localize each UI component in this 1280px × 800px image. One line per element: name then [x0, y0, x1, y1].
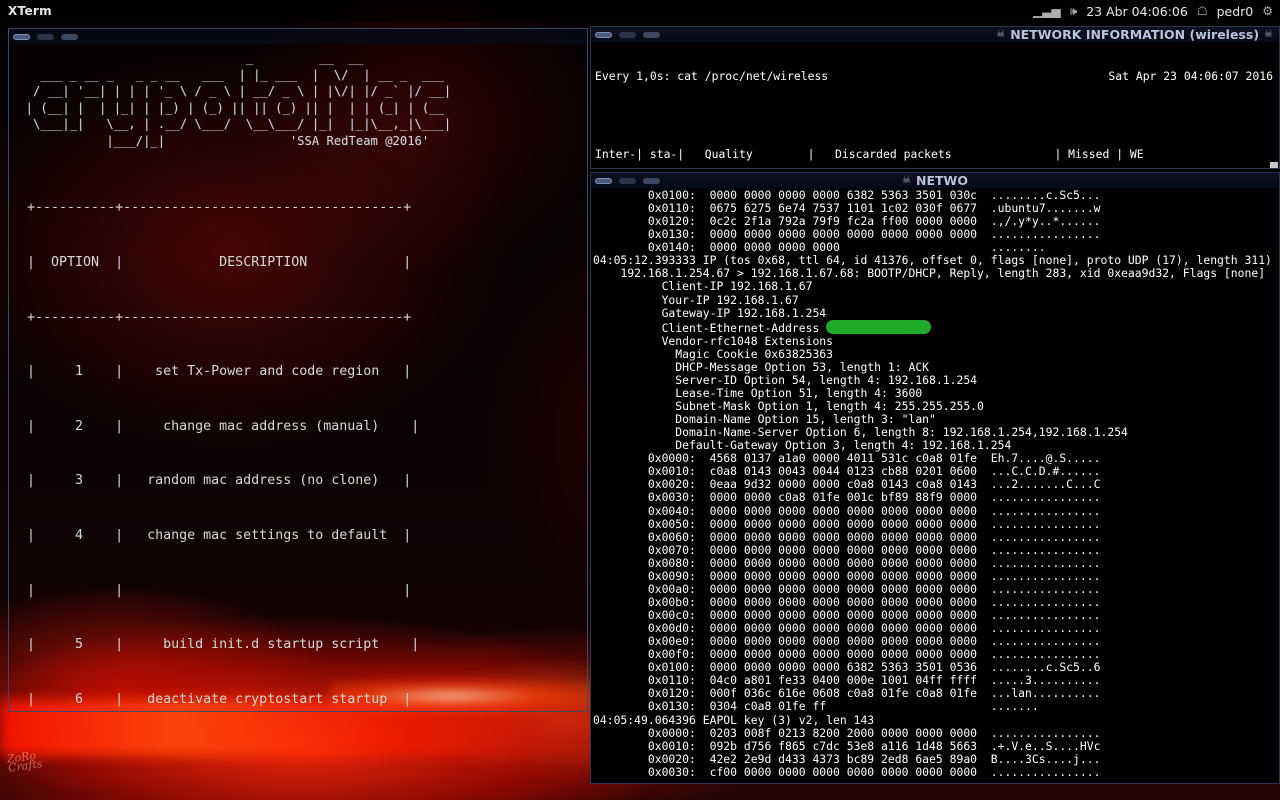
network-information-window[interactable]: ☠ NETWORK INFORMATION (wireless) ☠ Every…	[590, 26, 1280, 169]
window-button-maximize-icon[interactable]	[643, 31, 660, 38]
menu-option-key: 6	[75, 691, 84, 707]
tcpdump-line: 0x0040: 0000 0000 0000 0000 0000 0000 00…	[593, 503, 1101, 518]
menu-option-desc: deactivate cryptostart startup	[147, 691, 388, 707]
netinfo-body[interactable]: Every 1,0s: cat /proc/net/wireless Sat A…	[590, 42, 1280, 169]
menu-option-key: 5	[75, 637, 84, 653]
menu-row-spacer: | | |	[11, 582, 412, 598]
menu-row[interactable]: | 2 | change mac address (manual) |	[11, 418, 587, 436]
tcpdump-line: 0x0030: 0000 0000 c0a8 01fe 001c bf89 88…	[593, 490, 1101, 505]
tcpdump-titlebar[interactable]: ☠ NETWO	[590, 172, 1280, 188]
menu-border-top: +----------+----------------------------…	[11, 200, 412, 216]
menu-row[interactable]: | 6 | deactivate cryptostart startup |	[11, 691, 587, 709]
xterm-body[interactable]: _ __ __ ___ _ __ _ _ _ __ ___ | |_ ___ |…	[8, 44, 588, 712]
panel-tray: ▁▃▅ 🕪 23 Abr 04:06:06 ☖ pedr0 ⚙	[1033, 4, 1280, 19]
panel-clock[interactable]: 23 Abr 04:06:06	[1086, 4, 1188, 19]
netinfo-scrollbar[interactable]	[1270, 162, 1278, 168]
user-icon: ☖	[1196, 4, 1208, 18]
watch-header: Every 1,0s: cat /proc/net/wireless Sat A…	[595, 70, 1273, 83]
menu-header-row: | OPTION | DESCRIPTION |	[11, 255, 412, 271]
watch-timestamp: Sat Apr 23 04:06:07 2016	[1108, 69, 1273, 83]
menu-option-desc: set Tx-Power and code region	[155, 364, 380, 380]
window-button-minimize-icon[interactable]	[37, 33, 54, 40]
wallpaper-signature: ZoRo Crafts	[6, 748, 44, 775]
window-button-maximize-icon[interactable]	[61, 33, 78, 40]
wireless-table-header-1: Inter-| sta-| Quality | Discarded packet…	[595, 147, 1144, 161]
tcpdump-line: 0x0130: 0304 c0a8 01fe ff .......	[593, 699, 1039, 714]
tcpdump-line: Magic Cookie 0x63825363	[593, 346, 834, 361]
menu-row[interactable]: | 3 | random mac address (no clone) |	[11, 472, 587, 490]
skull-icon: ☠	[996, 29, 1006, 40]
top-panel: XTerm ▁▃▅ 🕪 23 Abr 04:06:06 ☖ pedr0 ⚙	[0, 0, 1280, 22]
skull-icon: ☠	[1264, 29, 1273, 40]
window-button-maximize-icon[interactable]	[643, 177, 660, 184]
watch-output: Every 1,0s: cat /proc/net/wireless Sat A…	[591, 42, 1279, 168]
menu-option-key: 4	[75, 528, 84, 544]
tcpdump-line: 0x0090: 0000 0000 0000 0000 0000 0000 00…	[593, 568, 1101, 583]
tcpdump-line: 0x0020: 42e2 2e9d d433 4373 bc89 2ed8 6a…	[593, 751, 1101, 766]
tcpdump-window[interactable]: ☠ NETWO 0x0100: 0000 0000 0000 0000 6382…	[590, 172, 1280, 784]
menu-option-desc: random mac address (no clone)	[147, 473, 380, 489]
menu-option-desc: change mac address (manual)	[163, 418, 380, 434]
tcpdump-body[interactable]: 0x0100: 0000 0000 0000 0000 6382 5363 35…	[590, 188, 1280, 784]
signal-icon[interactable]: ▁▃▅	[1033, 5, 1061, 17]
menu-row[interactable]: | 5 | build init.d startup script |	[11, 636, 587, 654]
tcpdump-output: 0x0100: 0000 0000 0000 0000 6382 5363 35…	[591, 188, 1279, 779]
tcpdump-line: 0x0050: 0000 0000 0000 0000 0000 0000 00…	[593, 516, 1101, 531]
xterm-window-cryptomac[interactable]: _ __ __ ___ _ __ _ _ _ __ ___ | |_ ___ |…	[8, 28, 588, 712]
menu-col-option-header: OPTION	[51, 255, 100, 271]
menu-option-desc: change mac settings to default	[147, 528, 388, 544]
window-button-minimize-icon[interactable]	[619, 177, 636, 184]
menu-row[interactable]: | 4 | change mac settings to default |	[11, 527, 587, 545]
tcpdump-line: 0x0070: 0000 0000 0000 0000 0000 0000 00…	[593, 542, 1101, 557]
netinfo-titlebar[interactable]: ☠ NETWORK INFORMATION (wireless) ☠	[590, 26, 1280, 42]
window-button-close-icon[interactable]	[13, 33, 30, 40]
tcpdump-line: 0x0060: 0000 0000 0000 0000 0000 0000 00…	[593, 529, 1101, 544]
tcpdump-line: 0x00a0: 0000 0000 0000 0000 0000 0000 00…	[593, 581, 1101, 596]
settings-icon[interactable]: ⚙	[1262, 5, 1273, 17]
tcpdump-line: 0x0000: 0203 008f 0213 8200 2000 0000 00…	[593, 725, 1101, 740]
tcpdump-line: DHCP-Message Option 53, length 1: ACK	[593, 359, 930, 374]
panel-username[interactable]: pedr0	[1217, 4, 1254, 19]
options-menu-table: +----------+----------------------------…	[11, 149, 587, 711]
ascii-art-banner: _ __ __ ___ _ __ _ _ _ __ ___ | |_ ___ |…	[25, 51, 452, 148]
tcpdump-line: 04:05:49.064396 EAPOL key (3) v2, len 14…	[593, 712, 875, 727]
client-ethernet-address-redacted	[826, 319, 932, 334]
window-button-close-icon[interactable]	[595, 31, 612, 38]
watch-command: Every 1,0s: cat /proc/net/wireless	[595, 69, 829, 83]
menu-option-desc: build init.d startup script	[163, 637, 380, 653]
skull-icon: ☠	[902, 175, 912, 186]
menu-option-key: 1	[75, 364, 84, 380]
menu-option-key: 3	[75, 473, 84, 489]
window-button-close-icon[interactable]	[595, 177, 612, 184]
menu-col-description-header: DESCRIPTION	[219, 255, 308, 271]
tcpdump-line: Client-Ethernet-Address	[593, 319, 1279, 335]
tcpdump-line: 0x0010: 092b d756 f865 c7dc 53e8 a116 1d…	[593, 738, 1101, 753]
tcpdump-line: Server-ID Option 54, length 4: 192.168.1…	[593, 372, 978, 387]
volume-icon[interactable]: 🕪	[1070, 5, 1078, 17]
tcpdump-window-title-group: ☠ NETWO	[902, 173, 968, 189]
tcpdump-line: Client-IP 192.168.1.67	[593, 279, 813, 294]
window-button-minimize-icon[interactable]	[619, 31, 636, 38]
xterm-titlebar[interactable]	[8, 28, 588, 44]
menu-row[interactable]: | 1 | set Tx-Power and code region |	[11, 363, 587, 381]
menu-option-key: 2	[75, 418, 84, 434]
tcpdump-line: 0x0030: cf00 0000 0000 0000 0000 0000 00…	[593, 764, 1101, 779]
tcpdump-window-title: NETWO	[916, 173, 968, 188]
netinfo-window-title-group: ☠ NETWORK INFORMATION (wireless) ☠	[996, 27, 1273, 43]
menu-border-mid: +----------+----------------------------…	[11, 309, 412, 325]
tcpdump-line: Vendor-rfc1048 Extensions	[593, 333, 834, 348]
tcpdump-line: Gateway-IP 192.168.1.254	[593, 305, 827, 320]
netinfo-window-title: NETWORK INFORMATION (wireless)	[1010, 27, 1260, 42]
tcpdump-line: Your-IP 192.168.1.67	[593, 292, 799, 307]
panel-app-title: XTerm	[8, 4, 52, 18]
tcpdump-line: 0x0080: 0000 0000 0000 0000 0000 0000 00…	[593, 555, 1101, 570]
